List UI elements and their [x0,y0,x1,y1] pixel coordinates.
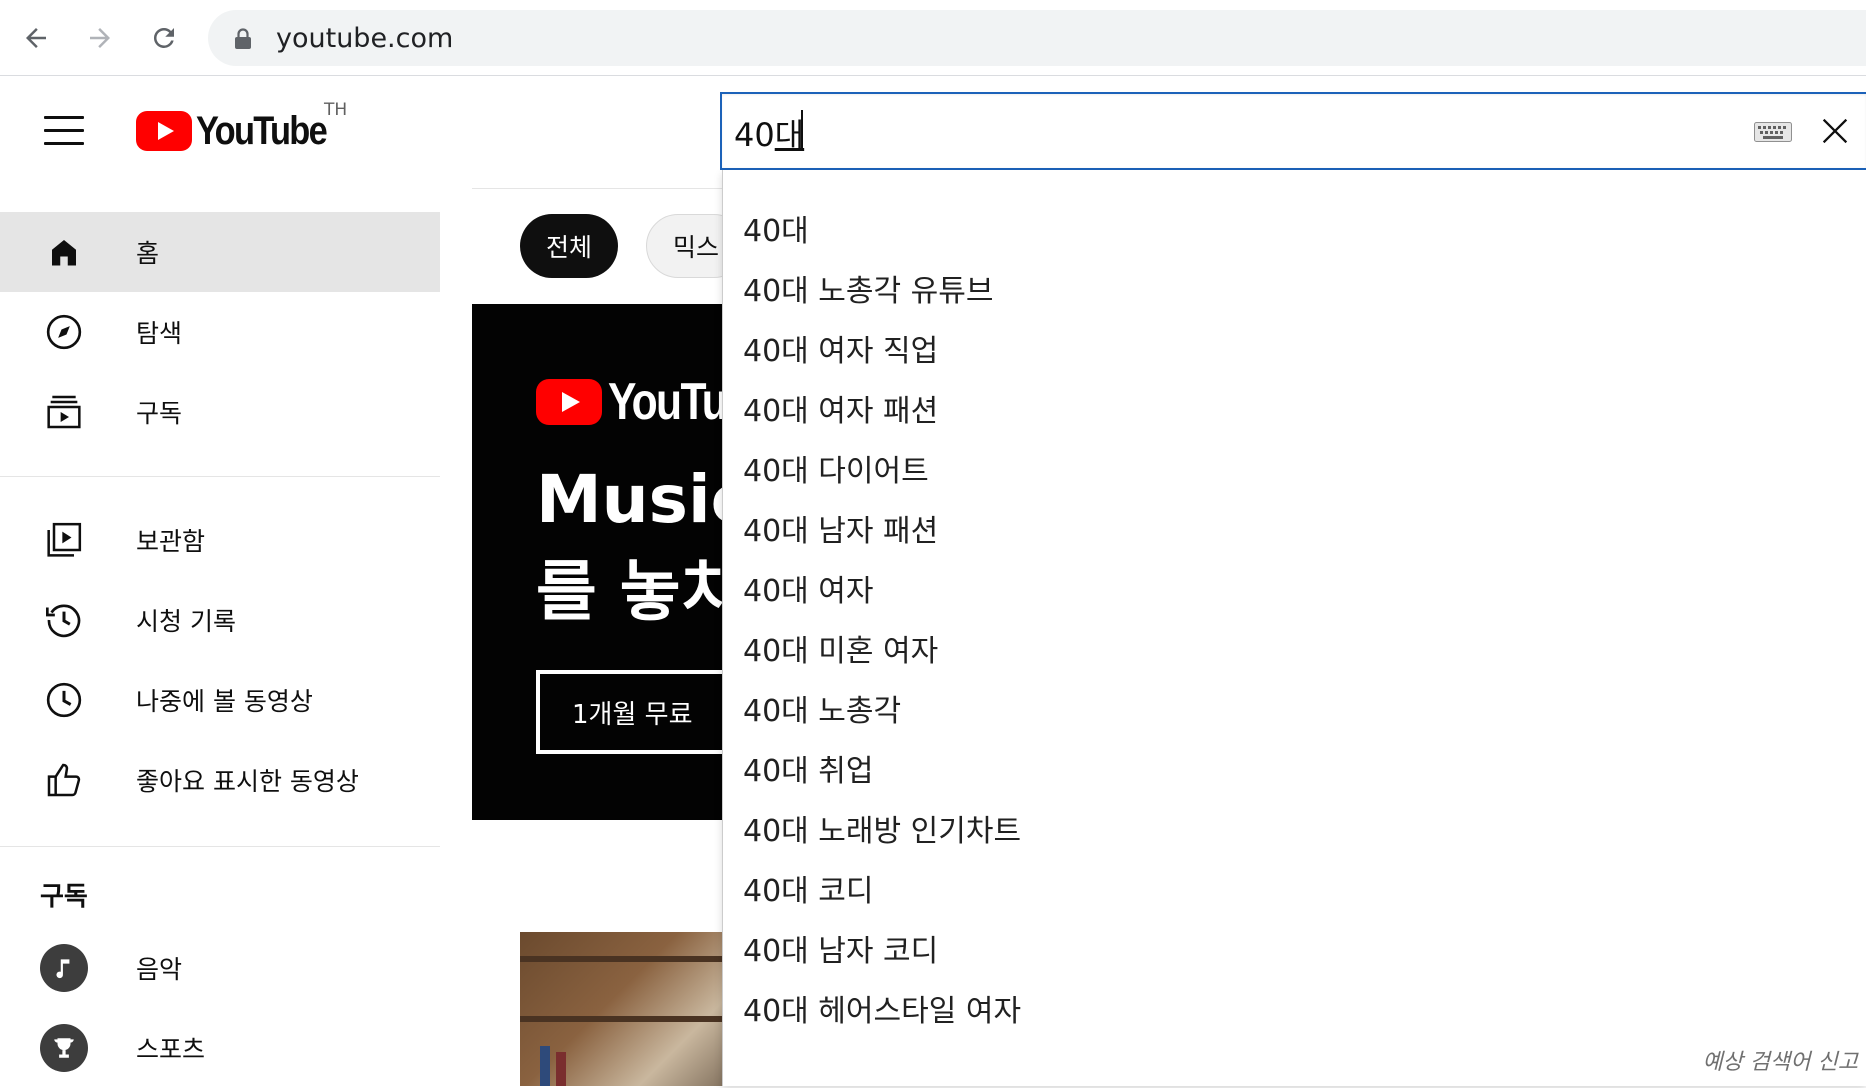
suggestion-item[interactable]: 40대 남자 패션 [743,500,938,556]
history-icon [40,596,88,644]
suggestion-item[interactable]: 40대 미혼 여자 [743,620,938,676]
sidebar-item-music[interactable]: 음악 [0,928,440,1008]
reload-icon [153,27,174,48]
trophy-icon [40,1024,88,1072]
sidebar-item-history[interactable]: 시청 기록 [0,580,440,660]
sidebar-item-label: 좋아요 표시한 동영상 [136,767,359,796]
sidebar-item-explore[interactable]: 탐색 [0,292,440,372]
arrow-left-icon [26,28,46,48]
suggestion-item[interactable]: 40대 남자 코디 [743,920,938,976]
suggestion-item[interactable]: 40대 다이어트 [743,440,929,496]
suggestion-item[interactable]: 40대 헤어스타일 여자 [743,980,1021,1036]
hamburger-icon [44,116,84,119]
chip-all[interactable]: 전체 [520,214,619,278]
sidebar-item-watch-later[interactable]: 나중에 볼 동영상 [0,660,440,740]
sidebar-item-label: 스포츠 [136,1035,206,1064]
report-suggestions-link[interactable]: 예상 검색어 신고 [1702,1044,1858,1076]
banner-title-line1: Music [536,461,750,538]
browser-toolbar: youtube.com [0,0,1866,76]
suggestion-item[interactable]: 40대 여자 [743,560,874,616]
sidebar-item-home[interactable]: 홈 [0,212,440,292]
home-icon [40,228,88,276]
text-caret [801,110,803,148]
suggestion-item[interactable]: 40대 노래방 인기차트 [743,800,1021,856]
suggestion-item[interactable]: 40대 노총각 유튜브 [743,260,993,316]
sidebar-divider [0,476,440,477]
url-text: youtube.com [276,23,454,54]
search-query-prefix: 40 [734,116,775,154]
sidebar-item-library[interactable]: 보관함 [0,500,440,580]
sidebar-item-label: 시청 기록 [136,607,236,636]
youtube-logo[interactable]: YouTube TH [136,100,347,154]
lock-icon [235,28,251,49]
play-logo-icon [536,379,602,425]
back-button[interactable] [16,18,56,58]
sidebar-item-label: 탐색 [136,319,183,348]
suggestion-item[interactable]: 40대 여자 직업 [743,320,938,376]
sidebar-divider [0,846,440,847]
banner-title-line2: 를 놓치 [536,553,742,630]
close-icon[interactable] [1818,114,1852,148]
sidebar-item-label: 구독 [136,399,183,428]
logo-wordmark: YouTube [196,108,328,153]
suggestion-item[interactable]: 40대 [743,200,809,256]
search-query-composing: 대 [774,116,805,154]
watch-later-icon [40,676,88,724]
search-suggestions-dropdown: 40대 40대 노총각 유튜브 40대 여자 직업 40대 여자 패션 40대 … [722,170,1866,1086]
suggestion-item[interactable]: 40대 노총각 [743,680,901,736]
reload-button[interactable] [144,18,184,58]
sidebar-item-label: 나중에 볼 동영상 [136,687,313,716]
sidebar-item-label: 보관함 [136,527,206,556]
search-input[interactable]: 40대 [720,92,1866,170]
thumbs-up-icon [40,756,88,804]
menu-button[interactable] [44,116,84,146]
region-code: TH [324,100,348,120]
suggestion-item[interactable]: 40대 코디 [743,860,874,916]
keyboard-icon[interactable] [1754,122,1792,142]
subscriptions-icon [40,388,88,436]
arrow-right-icon [90,28,110,48]
play-logo-icon [136,111,192,151]
banner-title: Music 를 놓치 [536,454,750,638]
search-query-text: 40대 [734,110,804,156]
subscriptions-heading: 구독 [40,882,88,912]
sidebar-item-subscriptions[interactable]: 구독 [0,372,440,452]
library-icon [40,516,88,564]
sidebar-item-label: 홈 [136,239,160,268]
suggestion-item[interactable]: 40대 취업 [743,740,874,796]
sidebar-item-liked-videos[interactable]: 좋아요 표시한 동영상 [0,740,440,820]
compass-icon [40,308,88,356]
suggestion-item[interactable]: 40대 여자 패션 [743,380,938,436]
forward-button[interactable] [80,18,120,58]
sidebar-item-sports[interactable]: 스포츠 [0,1008,440,1088]
address-bar[interactable]: youtube.com [208,10,1866,66]
music-note-icon [40,944,88,992]
sidebar-item-label: 음악 [136,955,183,984]
